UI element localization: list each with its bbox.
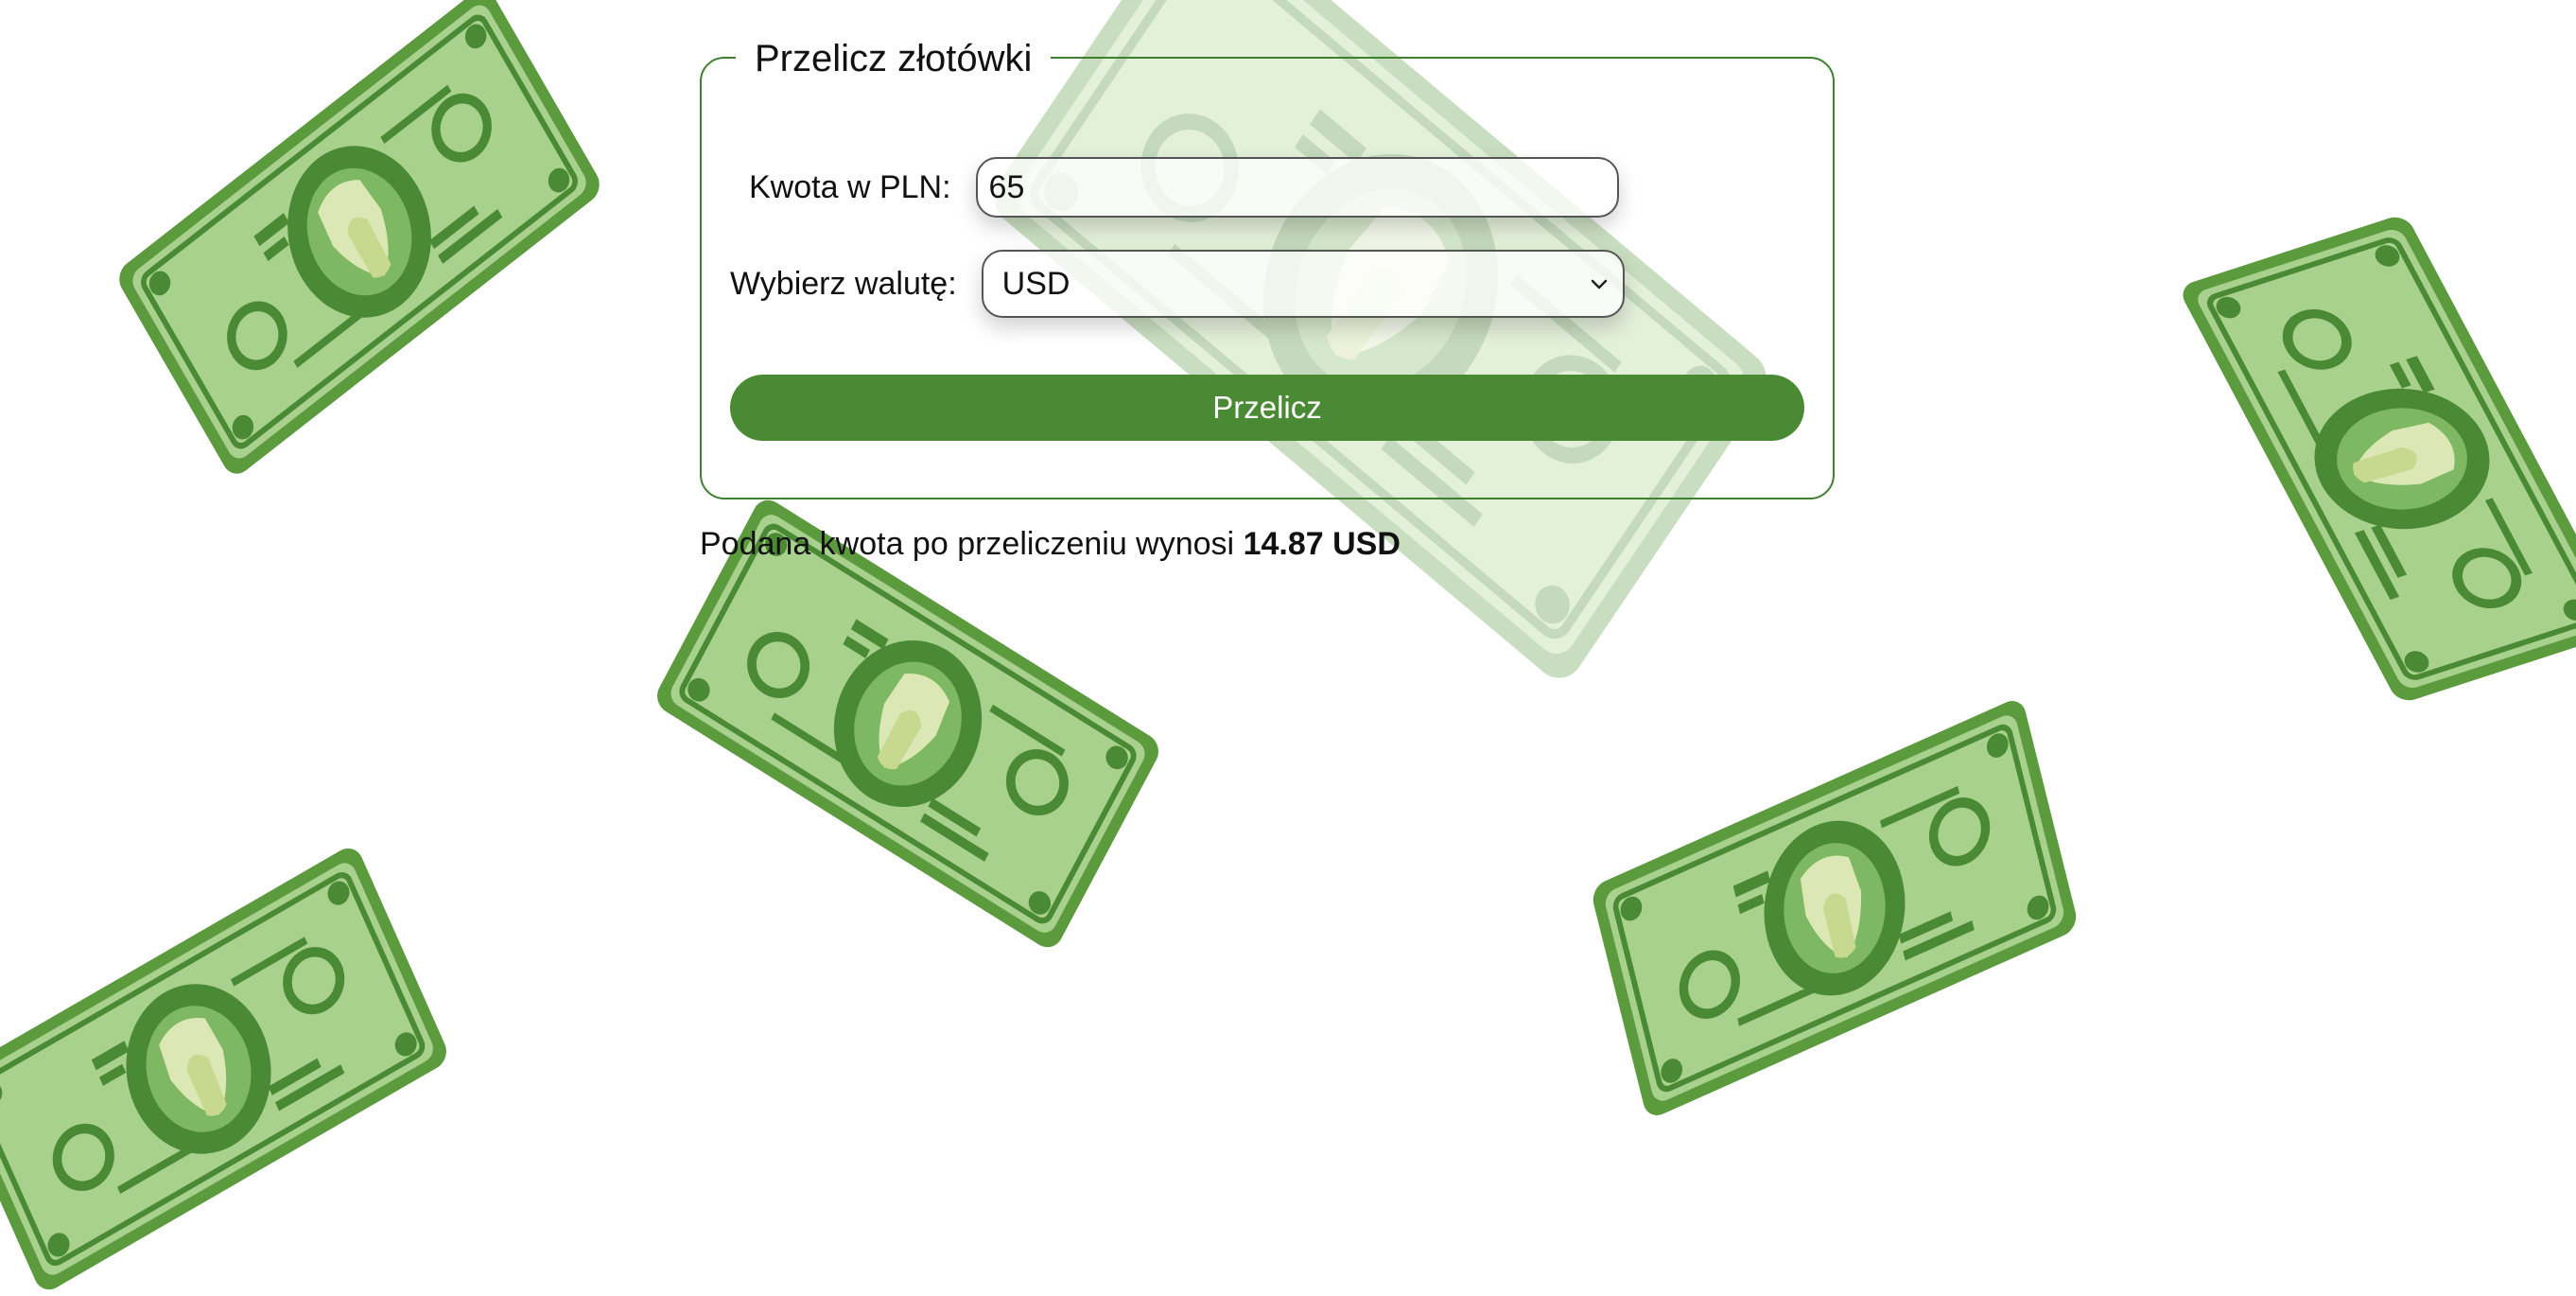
result-text: Podana kwota po przeliczeniu wynosi 14.8… <box>700 526 1401 563</box>
amount-input-value: 65 <box>988 168 1025 205</box>
dollar-bill-icon <box>1590 695 2080 1121</box>
chevron-down-icon <box>1591 279 1607 289</box>
dollar-bill-icon <box>0 842 452 1296</box>
amount-label: Kwota w PLN: <box>749 168 951 205</box>
currency-label: Wybierz walutę: <box>730 265 957 302</box>
amount-row: Kwota w PLN: 65 <box>749 157 1619 218</box>
currency-select[interactable]: USD <box>981 250 1625 318</box>
converter-fieldset: Przelicz złotówki Kwota w PLN: 65 Wybier… <box>700 32 1835 499</box>
result-prefix: Podana kwota po przeliczeniu wynosi <box>700 526 1235 562</box>
convert-button[interactable]: Przelicz <box>730 375 1804 441</box>
currency-select-value: USD <box>1001 265 1070 302</box>
dollar-bill-icon <box>2177 213 2576 705</box>
currency-row: Wybierz walutę: USD <box>730 250 1625 318</box>
dollar-bill-icon <box>113 0 605 481</box>
fieldset-legend: Przelicz złotówki <box>736 32 1052 85</box>
result-value: 14.87 USD <box>1243 526 1401 562</box>
amount-input[interactable]: 65 <box>975 157 1619 218</box>
